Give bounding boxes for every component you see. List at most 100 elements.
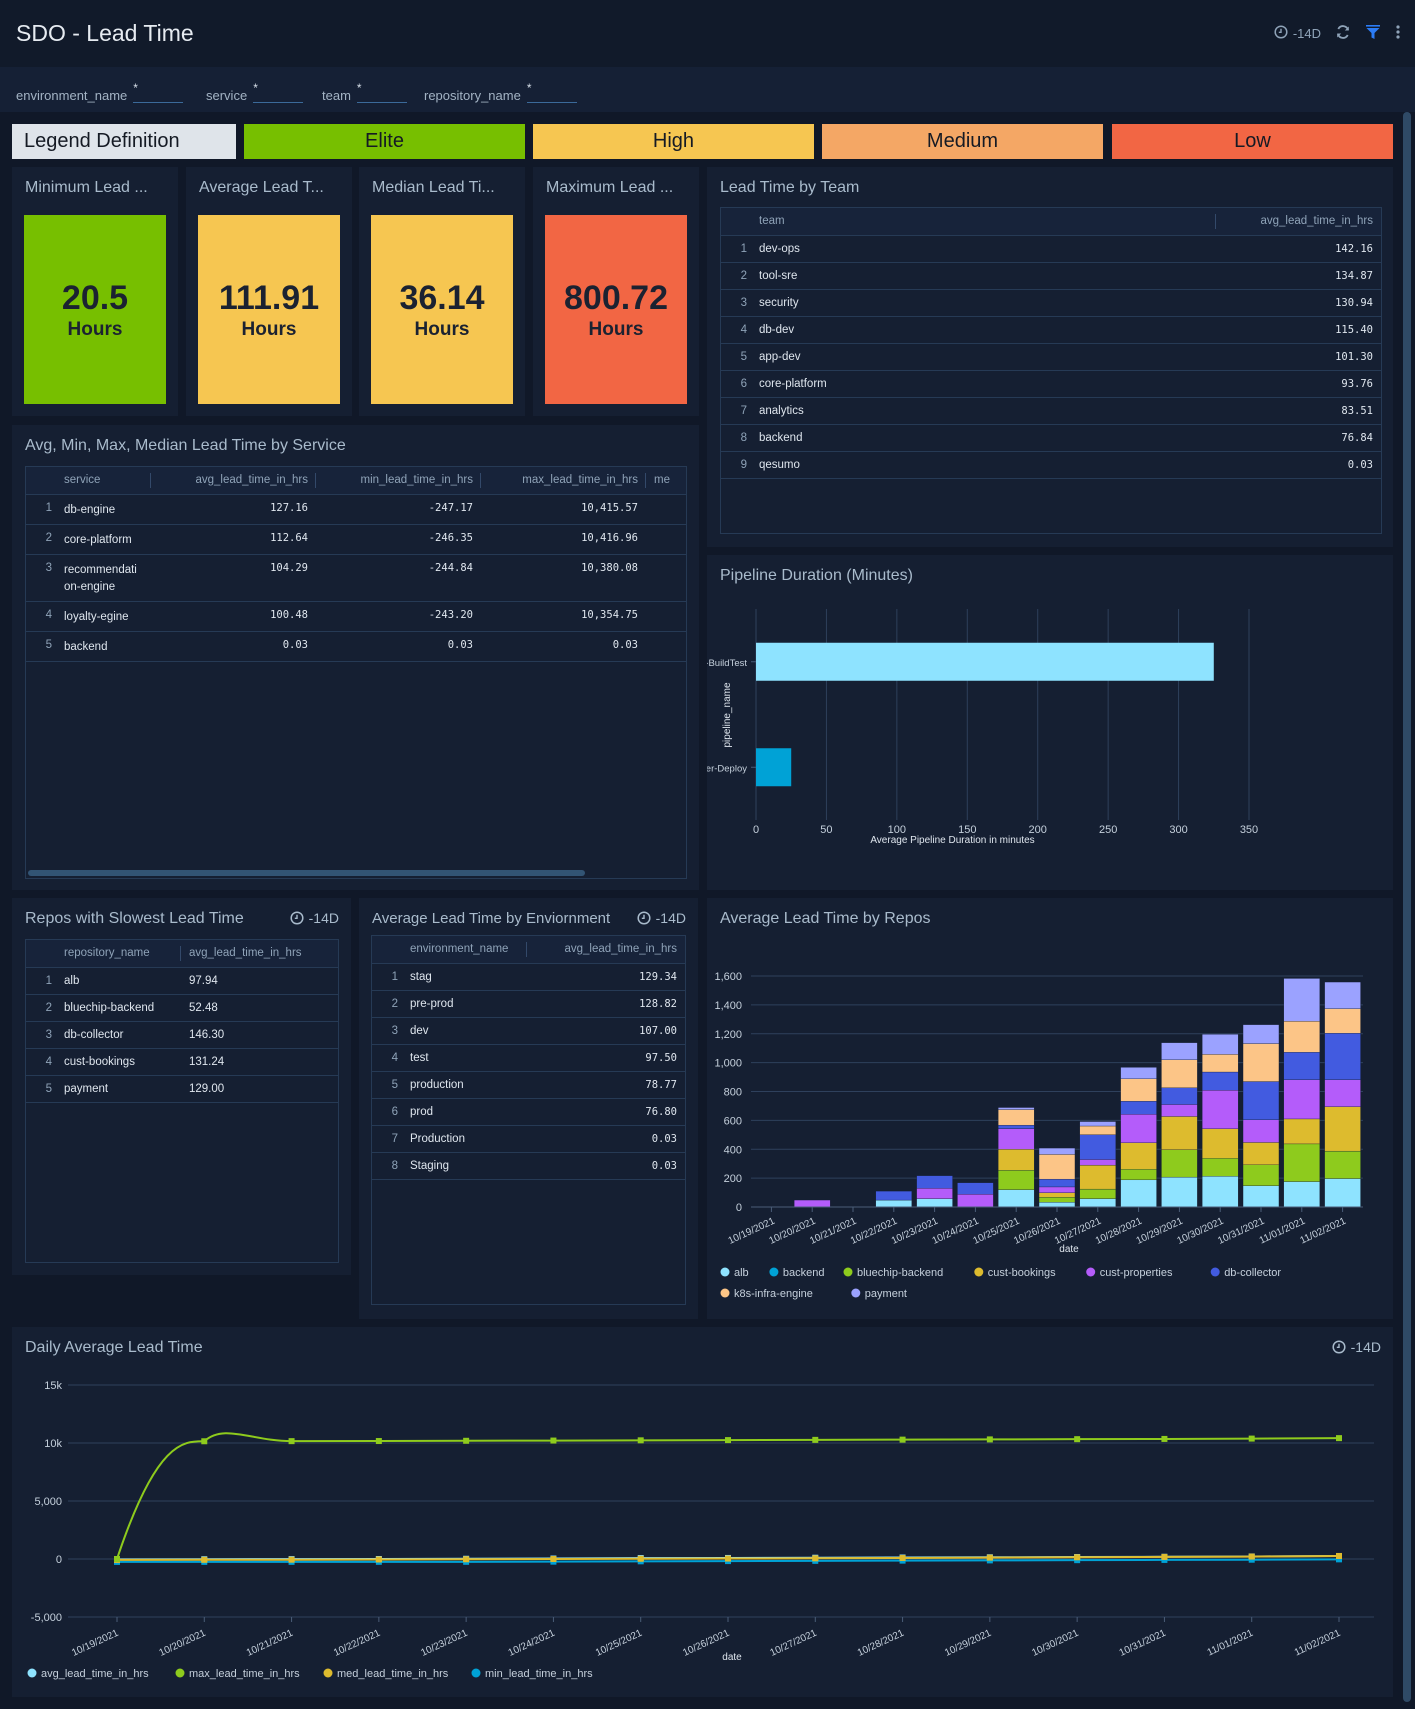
bar-segment-db-collector: [957, 1182, 994, 1195]
legend-item-avg_lead_time_in_hrs[interactable]: avg_lead_time_in_hrs: [27, 1668, 150, 1680]
legend-label: med_lead_time_in_hrs: [337, 1668, 449, 1680]
y-tick-label: 1,600: [714, 971, 742, 983]
service-input[interactable]: *: [253, 81, 304, 103]
data-point: [201, 1438, 208, 1445]
column-header-environment-name[interactable]: environment_name: [402, 936, 527, 964]
table-row[interactable]: 1 alb 97.94: [26, 967, 338, 995]
data-point: [1161, 1553, 1168, 1560]
bar-segment-alb: [1242, 1185, 1280, 1208]
bar-segment-payment: [1038, 1147, 1076, 1155]
table-row[interactable]: 2 core-platform 112.64 -246.35 10,416.96: [26, 524, 686, 555]
stat-panel-median: Median Lead Ti... 36.14 Hours: [359, 167, 525, 416]
more-vertical-icon[interactable]: [1395, 24, 1401, 43]
table-row[interactable]: 2 pre-prod 128.82: [372, 990, 685, 1018]
bar-segment-bluechip-backend: [1283, 1143, 1320, 1182]
legend-item-bluechip-backend[interactable]: bluechip-backend: [843, 1267, 944, 1279]
repository-name-input[interactable]: *: [526, 81, 577, 103]
table-cell: [646, 631, 686, 662]
filter-icon[interactable]: [1365, 24, 1381, 43]
lead-time-by-repos-panel: Average Lead Time by Repos 0 200 400 600 800…: [707, 898, 1393, 1319]
legend-item-db-collector[interactable]: db-collector: [1210, 1267, 1282, 1279]
row-index: 5: [721, 343, 751, 371]
page-vertical-scrollbar[interactable]: [1403, 112, 1411, 1702]
table-row[interactable]: 6 core-platform 93.76: [721, 370, 1381, 398]
y-tick-label: 10k: [44, 1438, 62, 1450]
table-row[interactable]: 2 tool-sre 134.87: [721, 262, 1381, 290]
table-row[interactable]: 5 app-dev 101.30: [721, 343, 1381, 371]
team-input[interactable]: *: [356, 81, 407, 103]
x-tick-label: 10/21/2021: [245, 1628, 295, 1659]
bar-segment-payment: [1283, 978, 1320, 1022]
legend-item-cust-properties[interactable]: cust-properties: [1086, 1267, 1173, 1279]
legend-item-cust-bookings[interactable]: cust-bookings: [974, 1267, 1056, 1279]
panel-time-range[interactable]: -14D: [290, 910, 339, 926]
legend-item-k8s-infra-engine[interactable]: k8s-infra-engine: [720, 1288, 813, 1300]
table-row[interactable]: 3 db-collector 146.30: [26, 1021, 338, 1049]
table-row[interactable]: 4 loyalty-egine 100.48 -243.20 10,354.75: [26, 601, 686, 632]
table-row[interactable]: 8 Staging 0.03: [372, 1152, 685, 1180]
row-index: 3: [721, 289, 751, 317]
legend-item-max_lead_time_in_hrs[interactable]: max_lead_time_in_hrs: [175, 1668, 301, 1680]
table-row[interactable]: 1 dev-ops 142.16: [721, 235, 1381, 263]
y-tick-label: 5,000: [34, 1496, 62, 1508]
table-row[interactable]: 3 security 130.94: [721, 289, 1381, 317]
table-cell: 128.82: [527, 990, 685, 1018]
column-header-avg-lead-time[interactable]: avg_lead_time_in_hrs: [1216, 208, 1381, 236]
bar-segment-cust-properties: [998, 1128, 1035, 1150]
horizontal-scrollbar[interactable]: [28, 870, 585, 876]
panel-time-range[interactable]: -14D: [637, 910, 686, 926]
column-header-avg-lead-time[interactable]: avg_lead_time_in_hrs: [181, 940, 338, 968]
column-header-repository-name[interactable]: repository_name: [56, 940, 181, 968]
table-row[interactable]: 7 analytics 83.51: [721, 397, 1381, 425]
stat-tile: 20.5 Hours: [24, 215, 166, 404]
legend-item-min_lead_time_in_hrs[interactable]: min_lead_time_in_hrs: [471, 1668, 594, 1680]
table-row[interactable]: 5 backend 0.03 0.03 0.03: [26, 631, 686, 662]
column-header-avg[interactable]: avg_lead_time_in_hrs: [151, 467, 316, 495]
row-index: 9: [721, 451, 751, 479]
legend-definition-title: Legend Definition: [12, 124, 236, 159]
column-header-service[interactable]: service: [56, 467, 151, 495]
table-row[interactable]: 6 prod 76.80: [372, 1098, 685, 1126]
bar-segment-cust-properties: [1242, 1119, 1280, 1143]
table-row[interactable]: 3 recommendation-engine 104.29 -244.84 10,38…: [26, 554, 686, 602]
legend-item-alb[interactable]: alb: [720, 1267, 749, 1279]
legend-label: payment: [865, 1288, 907, 1300]
table-row[interactable]: 1 db-engine 127.16 -247.17 10,415.57: [26, 494, 686, 525]
table-row[interactable]: 4 db-dev 115.40: [721, 316, 1381, 344]
team-table: team avg_lead_time_in_hrs 1 dev-ops 142.16…: [720, 207, 1382, 534]
column-header-team[interactable]: team: [751, 208, 1216, 236]
column-header-median[interactable]: me: [646, 467, 686, 495]
time-range-button[interactable]: -14D: [1274, 25, 1321, 42]
environment-name-input[interactable]: *: [133, 81, 184, 103]
refresh-icon[interactable]: [1335, 24, 1351, 43]
column-header-avg-lead-time[interactable]: avg_lead_time_in_hrs: [527, 936, 685, 964]
table-row[interactable]: 5 production 78.77: [372, 1071, 685, 1099]
table-row[interactable]: 9 qesumo 0.03: [721, 451, 1381, 479]
table-row[interactable]: 4 cust-bookings 131.24: [26, 1048, 338, 1076]
column-header-max[interactable]: max_lead_time_in_hrs: [481, 467, 646, 495]
table-cell: [646, 554, 686, 602]
table-row[interactable]: 5 payment 129.00: [26, 1075, 338, 1103]
table-row[interactable]: 8 backend 76.84: [721, 424, 1381, 452]
series-line-max_lead_time_in_hrs: [116, 1432, 1340, 1560]
stat-tile: 800.72 Hours: [545, 215, 687, 404]
row-index: 7: [372, 1125, 402, 1153]
legend-label: min_lead_time_in_hrs: [485, 1668, 593, 1680]
table-cell: prod: [402, 1098, 527, 1126]
table-row[interactable]: 2 bluechip-backend 52.48: [26, 994, 338, 1022]
legend-item-payment[interactable]: payment: [851, 1288, 907, 1300]
column-header-min[interactable]: min_lead_time_in_hrs: [316, 467, 481, 495]
table-row[interactable]: 7 Production 0.03: [372, 1125, 685, 1153]
data-point: [725, 1555, 731, 1562]
legend-item-med_lead_time_in_hrs[interactable]: med_lead_time_in_hrs: [323, 1668, 449, 1680]
table-row[interactable]: 3 dev 107.00: [372, 1017, 685, 1045]
legend-label: cust-bookings: [988, 1267, 1056, 1279]
table-row[interactable]: 1 stag 129.34: [372, 963, 685, 991]
bar-segment-cust-properties: [916, 1188, 953, 1199]
stat-unit: Hours: [588, 318, 644, 340]
repos-table: repository_name avg_lead_time_in_hrs 1 al…: [25, 939, 339, 1263]
table-row[interactable]: 4 test 97.50: [372, 1044, 685, 1072]
table-cell: 97.94: [181, 967, 338, 995]
table-cell: test: [402, 1044, 527, 1072]
legend-item-backend[interactable]: backend: [769, 1267, 824, 1279]
